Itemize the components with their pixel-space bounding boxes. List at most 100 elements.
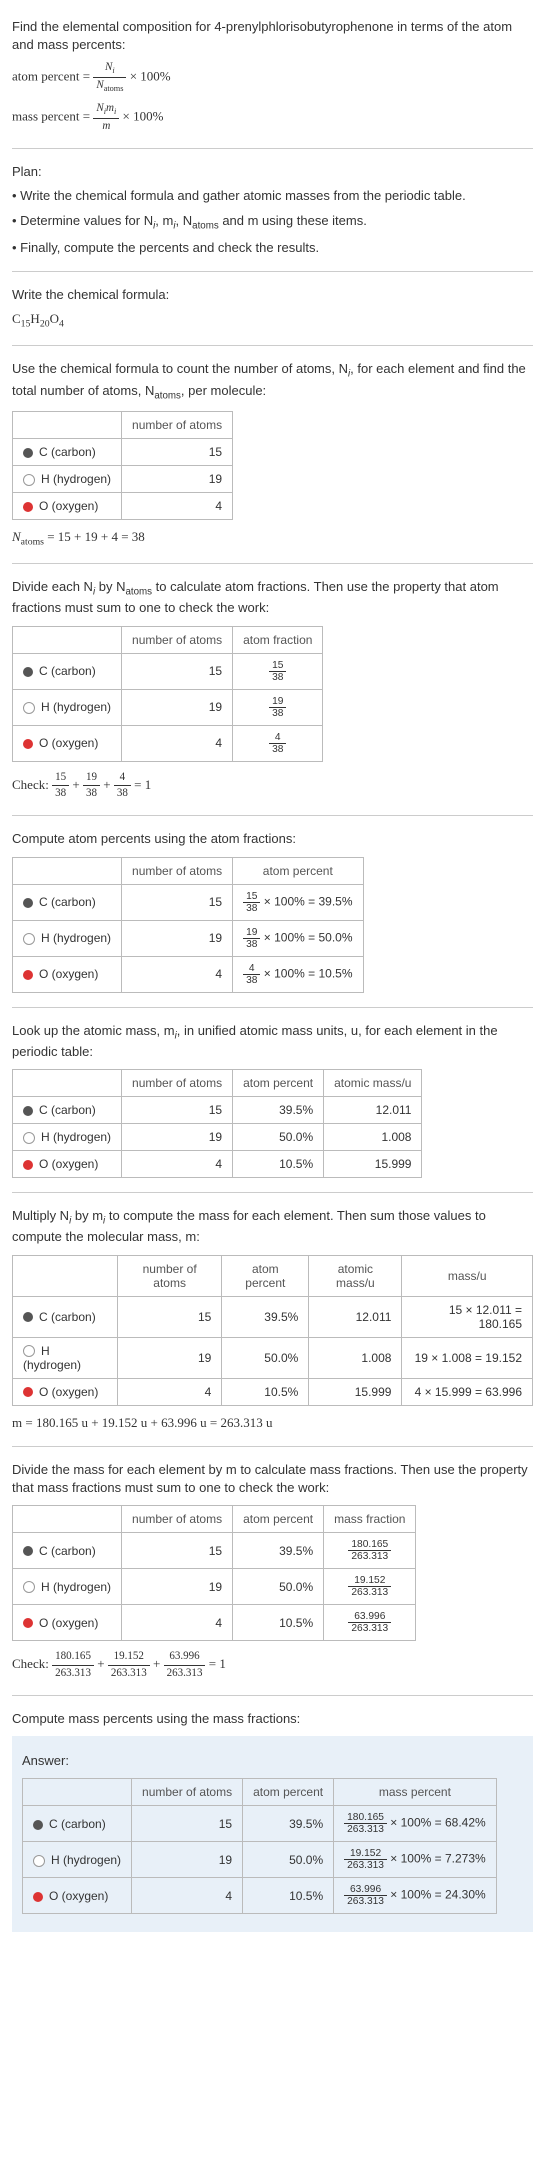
carbon-dot-icon (23, 898, 33, 908)
fd: 263.313 (344, 1896, 387, 1907)
a: atoms (154, 390, 181, 401)
fd: 38 (243, 939, 260, 950)
m: 12.011 (324, 1097, 422, 1124)
oxygen-dot-icon (33, 1892, 43, 1902)
el: C (carbon) (39, 1544, 96, 1558)
t: • Determine values for N (12, 213, 153, 228)
m: 1.008 (324, 1124, 422, 1151)
fd: 38 (243, 903, 260, 914)
afrac-table: number of atomsatom fraction C (carbon)1… (12, 626, 323, 762)
m: 1.008 (309, 1337, 402, 1378)
p: 50.0% (243, 1842, 334, 1878)
t3: , per molecule: (181, 383, 266, 398)
el: H (hydrogen) (41, 700, 111, 714)
mfrac-table: number of atomsatom percentmass fraction… (12, 1505, 416, 1641)
m: m (106, 102, 114, 114)
carbon-dot-icon (23, 448, 33, 458)
fd: 263.313 (344, 1824, 387, 1835)
c: 19 × 1.008 = 19.152 (402, 1337, 533, 1378)
el: H (hydrogen) (41, 1580, 111, 1594)
c3: mass percent (334, 1779, 497, 1806)
c3: atomic mass/u (324, 1070, 422, 1097)
d: 38 (83, 786, 100, 801)
carbon-dot-icon (23, 1546, 33, 1556)
c: Check: (12, 777, 52, 792)
n: 19 (122, 920, 233, 956)
m: 15.999 (324, 1151, 422, 1178)
amass-heading: Look up the atomic mass, mi, in unified … (12, 1022, 533, 1061)
c4: mass/u (402, 1255, 533, 1296)
table-row: H (hydrogen)19 (13, 465, 233, 492)
c2: atom percent (233, 857, 363, 884)
n: N (12, 529, 21, 544)
d: m (102, 120, 110, 132)
d: 263.313 (164, 1666, 206, 1681)
d: 38 (114, 786, 131, 801)
el: H (hydrogen) (51, 1853, 121, 1867)
n: 4 (122, 1151, 233, 1178)
t: × 100% = 24.30% (387, 1888, 486, 1902)
fn: 19 (269, 696, 286, 708)
atom-percent-eq: atom percent = NiNatoms × 100% (12, 60, 533, 95)
ans-table: number of atomsatom percentmass percent … (22, 1778, 497, 1914)
c3: mass fraction (324, 1506, 416, 1533)
table-row: H (hydrogen)1950.0%1.008 (13, 1124, 422, 1151)
plan-b3: • Finally, compute the percents and chec… (12, 239, 533, 257)
hydrogen-dot-icon (33, 1855, 45, 1867)
plan-heading: Plan: (12, 163, 533, 181)
oxygen-dot-icon (23, 1618, 33, 1628)
table-row: H (hydrogen)191938 × 100% = 50.0% (13, 920, 364, 956)
c: Check: (12, 1656, 52, 1671)
table-row: H (hydrogen)1950.0%19.152263.313 (13, 1569, 416, 1605)
n: 4 (122, 956, 233, 992)
e: = 1 (205, 1656, 225, 1671)
c1: number of atoms (122, 857, 233, 884)
n: 15 (122, 653, 233, 689)
el: C (carbon) (39, 895, 96, 909)
i: i (112, 67, 114, 76)
fn: 15 (269, 660, 286, 672)
p: 39.5% (222, 1296, 309, 1337)
mass-percent-eq: mass percent = Nimim × 100% (12, 101, 533, 134)
fn: 19.152 (344, 1848, 387, 1860)
mmass-table: number of atomsatom percentatomic mass/u… (12, 1255, 533, 1406)
oxygen-dot-icon (23, 1387, 33, 1397)
eq-lhs: atom percent = (12, 69, 93, 84)
carbon-dot-icon (33, 1820, 43, 1830)
p: 39.5% (243, 1806, 334, 1842)
a: atoms (192, 220, 219, 231)
table-row: H (hydrogen)191938 (13, 689, 323, 725)
hydrogen-dot-icon (23, 1132, 35, 1144)
carbon-dot-icon (23, 667, 33, 677)
fn: 4 (269, 732, 286, 744)
count-sum: Natoms = 15 + 19 + 4 = 38 (12, 528, 533, 549)
table-row: O (oxygen)410.5%63.996263.313 (13, 1605, 416, 1641)
n: 15 (132, 1806, 243, 1842)
c2: atom percent (233, 1070, 324, 1097)
d: N (96, 79, 103, 91)
n: 15 (117, 1296, 221, 1337)
p: 10.5% (233, 1151, 324, 1178)
mfrac-check: Check: 180.165263.313 + 19.152263.313 + … (12, 1649, 533, 1681)
el: C (carbon) (39, 664, 96, 678)
a: atoms (125, 587, 152, 598)
el: H (hydrogen) (41, 931, 111, 945)
c1: number of atoms (122, 1070, 233, 1097)
p: 39.5% (233, 1533, 324, 1569)
table-row: O (oxygen)410.5%63.996263.313 × 100% = 2… (23, 1878, 497, 1914)
n: N (96, 102, 103, 114)
count-table: number of atoms C (carbon)15 H (hydrogen… (12, 411, 233, 520)
mfrac-heading: Divide the mass for each element by m to… (12, 1461, 533, 1497)
c: 15 × 12.011 = 180.165 (402, 1296, 533, 1337)
n: 15 (52, 770, 69, 786)
n: 180.165 (52, 1649, 94, 1665)
s3: 4 (59, 319, 64, 330)
n: 4 (122, 492, 233, 519)
n: 15 (122, 438, 233, 465)
ans-heading: Compute mass percents using the mass fra… (12, 1710, 533, 1728)
t2: , m (155, 213, 173, 228)
cf-heading: Write the chemical formula: (12, 286, 533, 304)
c: 4 × 15.999 = 63.996 (402, 1378, 533, 1405)
carbon-dot-icon (23, 1106, 33, 1116)
p: 39.5% (233, 1097, 324, 1124)
